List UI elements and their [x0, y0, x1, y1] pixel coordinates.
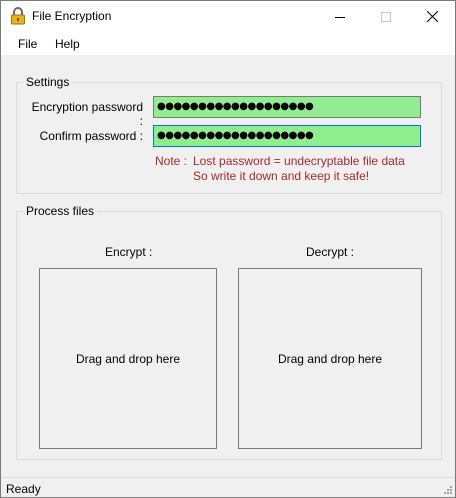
note-line-2: So write it down and keep it safe!: [193, 169, 370, 183]
resize-grip-icon[interactable]: [441, 483, 453, 495]
close-icon: [426, 11, 438, 22]
app-window: File Encryption File Help Settings Encry…: [0, 0, 456, 498]
menu-bar: File Help: [1, 32, 455, 55]
note-prefix: Note :: [155, 154, 188, 168]
status-bar: Ready: [1, 477, 455, 497]
confirm-password-field[interactable]: ●●●●●●●●●●●●●●●●●●●: [153, 125, 421, 147]
close-button[interactable]: [409, 1, 455, 32]
encryption-password-label: Encryption password :: [31, 100, 143, 128]
minimize-icon: [335, 16, 345, 18]
title-bar[interactable]: File Encryption: [1, 1, 455, 32]
menu-file[interactable]: File: [18, 37, 37, 51]
process-files-legend: Process files: [23, 204, 98, 218]
decrypt-drop-text: Drag and drop here: [277, 351, 383, 366]
confirm-password-label: Confirm password :: [39, 129, 143, 143]
encrypt-drop-text: Drag and drop here: [75, 351, 181, 366]
maximize-button[interactable]: [363, 1, 409, 32]
note-line-1: Lost password = undecryptable file data: [193, 154, 405, 168]
settings-group: Settings Encryption password : ●●●●●●●●●…: [16, 75, 442, 194]
settings-legend: Settings: [23, 75, 73, 89]
encrypt-drop-zone[interactable]: Drag and drop here: [39, 268, 217, 449]
maximize-icon: [381, 11, 391, 22]
decrypt-label: Decrypt :: [306, 245, 355, 259]
minimize-button[interactable]: [317, 1, 363, 32]
lock-icon: [11, 7, 25, 25]
status-text: Ready: [6, 482, 41, 496]
encryption-password-field[interactable]: ●●●●●●●●●●●●●●●●●●●: [153, 96, 421, 118]
process-files-group: Process files Encrypt : Decrypt : Drag a…: [16, 204, 442, 460]
menu-help[interactable]: Help: [55, 37, 80, 51]
decrypt-drop-zone[interactable]: Drag and drop here: [238, 268, 422, 449]
encrypt-label: Encrypt :: [105, 245, 153, 259]
window-title: File Encryption: [32, 9, 112, 23]
password-note: Note : Lost password = undecryptable file…: [155, 154, 405, 184]
